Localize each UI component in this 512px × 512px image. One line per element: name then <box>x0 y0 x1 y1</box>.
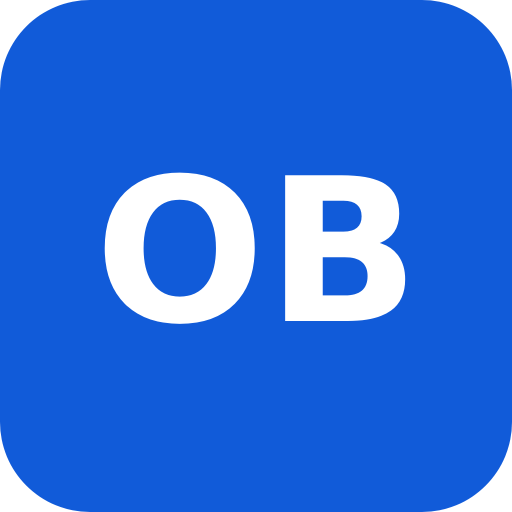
monogram-text: OB <box>94 136 422 369</box>
app-icon[interactable]: OB <box>0 0 512 512</box>
